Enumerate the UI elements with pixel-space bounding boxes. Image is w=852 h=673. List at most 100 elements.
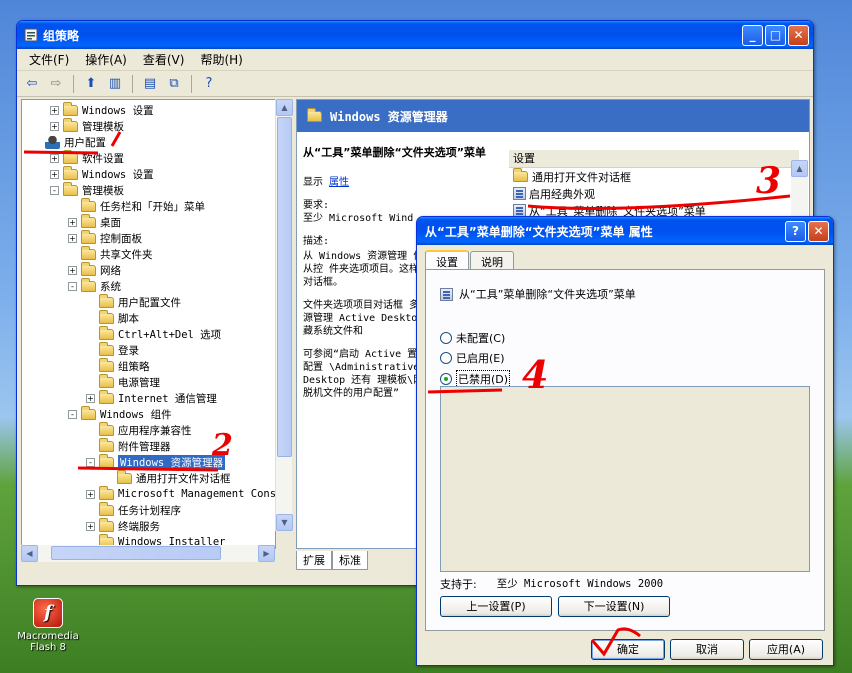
dialog-title-bar[interactable]: 从“工具”菜单删除“文件夹选项”菜单 属性 ? ✕ <box>417 217 833 245</box>
tree-item[interactable]: + Microsoft Management Console <box>86 485 275 502</box>
expand-icon[interactable]: + <box>50 169 59 179</box>
tree-item[interactable]: + Windows 设置 <box>50 165 154 182</box>
scroll-thumb[interactable] <box>277 117 292 457</box>
tree-item[interactable]: 任务栏和「开始」菜单 <box>68 197 205 214</box>
menu-help[interactable]: 帮助(H) <box>192 49 250 70</box>
folder-icon <box>99 373 114 388</box>
expand-icon[interactable]: + <box>68 233 77 243</box>
tree-item-label: 控制面板 <box>100 232 142 245</box>
tree-item[interactable]: - 管理模板 <box>50 181 124 198</box>
close-button[interactable]: ✕ <box>788 25 809 46</box>
scroll-right-icon[interactable]: ▶ <box>258 545 275 562</box>
tab-extended[interactable]: 扩展 <box>296 551 332 570</box>
collapse-icon[interactable]: - <box>86 457 95 467</box>
radio-enabled[interactable]: 已启用(E) <box>440 350 505 366</box>
folder-icon <box>63 181 78 196</box>
tree-item[interactable]: - Windows 组件 <box>68 405 172 422</box>
tree-item[interactable]: 脚本 <box>86 309 139 326</box>
expand-icon[interactable]: + <box>50 105 59 115</box>
minimize-button[interactable]: _ <box>742 25 763 46</box>
folder-icon <box>63 149 78 164</box>
tree-item[interactable]: + 控制面板 <box>68 229 142 246</box>
next-setting-button[interactable]: 下一设置(N) <box>558 596 670 617</box>
tree-item-label: 软件设置 <box>82 152 124 165</box>
collapse-icon[interactable]: - <box>68 281 77 291</box>
policy-title-row: 从“工具”菜单删除“文件夹选项”菜单 <box>440 286 636 302</box>
dialog-help-button[interactable]: ? <box>785 221 806 242</box>
title-bar[interactable]: 组策略 _ □ ✕ <box>17 21 813 49</box>
tree-horizontal-scrollbar[interactable]: ◀ ▶ <box>21 545 275 562</box>
up-folder-icon[interactable]: ⬆ <box>80 73 102 95</box>
ok-button[interactable]: 确定 <box>591 639 665 660</box>
tree-vertical-scrollbar[interactable]: ▲ ▼ <box>275 99 293 531</box>
tree-item[interactable]: 登录 <box>86 341 139 358</box>
tree-item-label: 任务计划程序 <box>118 504 181 517</box>
tree-item[interactable]: + Internet 通信管理 <box>86 389 217 406</box>
desktop-icon-label: Macromedia Flash 8 <box>17 631 79 653</box>
tree-item-label: 登录 <box>118 344 139 357</box>
tree-item[interactable]: + 软件设置 <box>50 149 124 166</box>
tree-item[interactable]: + Windows 设置 <box>50 101 154 118</box>
folder-icon <box>307 107 322 122</box>
scroll-up-icon[interactable]: ▲ <box>791 160 808 177</box>
scroll-left-icon[interactable]: ◀ <box>21 545 38 562</box>
expand-icon[interactable]: + <box>50 153 59 163</box>
expand-icon[interactable]: + <box>86 393 95 403</box>
scroll-up-icon[interactable]: ▲ <box>276 99 293 116</box>
tree-item[interactable]: 任务计划程序 <box>86 501 181 518</box>
radio-button-checked[interactable] <box>440 373 452 385</box>
radio-button[interactable] <box>440 352 452 364</box>
tree-item[interactable]: 共享文件夹 <box>68 245 153 262</box>
tree-item-label: 终端服务 <box>118 520 160 533</box>
expand-icon[interactable]: + <box>68 265 77 275</box>
collapse-icon[interactable]: - <box>50 185 59 195</box>
back-arrow-icon[interactable]: ⇦ <box>21 73 43 95</box>
properties-icon[interactable]: ▤ <box>139 73 161 95</box>
expand-icon[interactable]: + <box>50 121 59 131</box>
collapse-icon[interactable]: - <box>68 409 77 419</box>
desktop-icon-flash[interactable]: f Macromedia Flash 8 <box>8 598 88 653</box>
properties-link[interactable]: 属性 <box>329 177 349 188</box>
export-list-icon[interactable]: ⧉ <box>163 73 185 95</box>
maximize-button[interactable]: □ <box>765 25 786 46</box>
folder-icon <box>81 245 96 260</box>
previous-setting-button[interactable]: 上一设置(P) <box>440 596 552 617</box>
expand-icon[interactable]: + <box>68 217 77 227</box>
help-icon[interactable]: ? <box>198 73 220 95</box>
folder-icon <box>81 213 96 228</box>
policy-icon <box>513 187 526 200</box>
tree-item[interactable]: - 系统 <box>68 277 121 294</box>
tree-item[interactable]: + 网络 <box>68 261 121 278</box>
tree-pane[interactable]: + Windows 设置 + 管理模板 用户配置 + 软件设置 + Windows 设置 - 管理模… <box>21 99 276 549</box>
tree-item[interactable]: 应用程序兼容性 <box>86 421 192 438</box>
expand-icon[interactable]: + <box>86 521 95 531</box>
forward-arrow-icon[interactable]: ⇨ <box>45 73 67 95</box>
tree-item-label: 用户配置 <box>64 136 106 149</box>
hscroll-thumb[interactable] <box>51 546 221 560</box>
tree-item[interactable]: Ctrl+Alt+Del 选项 <box>86 325 221 342</box>
menu-file[interactable]: 文件(F) <box>21 49 77 70</box>
tree-item[interactable]: + 桌面 <box>68 213 121 230</box>
show-hide-tree-icon[interactable]: ▥ <box>104 73 126 95</box>
cancel-button[interactable]: 取消 <box>670 639 744 660</box>
menu-view[interactable]: 查看(V) <box>135 49 193 70</box>
tree-item[interactable]: 组策略 <box>86 357 150 374</box>
tree-item[interactable]: 用户配置 <box>32 134 106 150</box>
tree-item[interactable]: - Windows 资源管理器 <box>86 453 226 470</box>
dialog-close-button[interactable]: ✕ <box>808 221 829 242</box>
radio-not-configured[interactable]: 未配置(C) <box>440 330 505 346</box>
radio-button[interactable] <box>440 332 452 344</box>
tab-standard[interactable]: 标准 <box>332 551 368 570</box>
tree-item[interactable]: 电源管理 <box>86 373 160 390</box>
support-value: 至少 Microsoft Windows 2000 <box>496 578 664 590</box>
expand-icon[interactable]: + <box>86 489 95 499</box>
scroll-down-icon[interactable]: ▼ <box>276 514 293 531</box>
tree-item[interactable]: 通用打开文件对话框 <box>104 469 231 486</box>
tree-item[interactable]: 用户配置文件 <box>86 293 181 310</box>
tree-item[interactable]: + 终端服务 <box>86 517 160 534</box>
tree-item[interactable]: + 管理模板 <box>50 117 124 134</box>
apply-button[interactable]: 应用(A) <box>749 639 823 660</box>
tree-item-label: Windows 资源管理器 <box>118 454 226 470</box>
menu-action[interactable]: 操作(A) <box>77 49 135 70</box>
tree-item[interactable]: 附件管理器 <box>86 437 171 454</box>
